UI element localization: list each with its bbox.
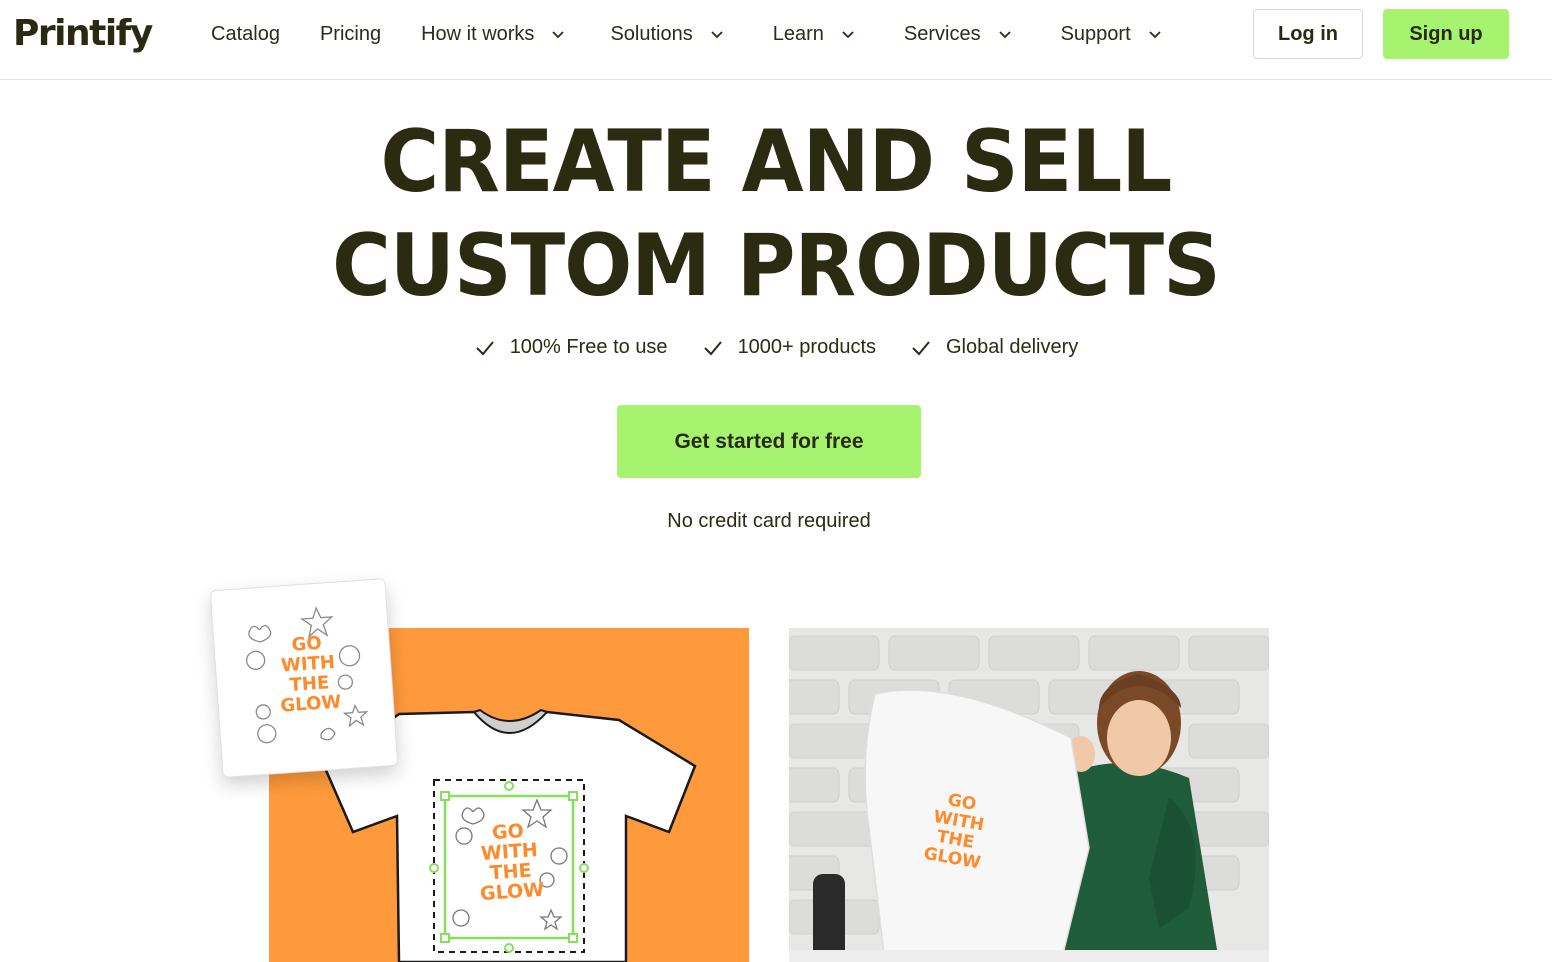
check-icon: [703, 340, 722, 355]
chevron-down-icon: [705, 22, 729, 46]
no-credit-card-note: No credit card required: [667, 510, 871, 532]
hero-title: CREATE AND SELL CUSTOM PRODUCTS: [54, 110, 1497, 318]
feature-item: Global delivery: [910, 336, 1078, 359]
nav-item-label: Solutions: [610, 22, 693, 45]
nav-item-learn[interactable]: Learn: [773, 19, 860, 49]
get-started-button[interactable]: Get started for free: [617, 405, 921, 478]
chevron-down-icon: [1143, 22, 1167, 46]
nav-item-label: How it works: [421, 22, 535, 45]
feature-item: 1000+ products: [702, 336, 876, 359]
nav-item-solutions[interactable]: Solutions: [610, 19, 728, 49]
hero-title-line-2: CUSTOM PRODUCTS: [332, 216, 1221, 316]
nav-item-label: Pricing: [319, 22, 382, 45]
feature-label: 100% Free to use: [509, 336, 668, 358]
main-nav: Catalog Pricing How it works Solutions L…: [211, 19, 1167, 49]
site-header: Printify Catalog Pricing How it works So…: [0, 0, 1552, 80]
login-button[interactable]: Log in: [1253, 9, 1363, 59]
nav-item-how-it-works[interactable]: How it works: [421, 19, 570, 49]
chevron-down-icon: [546, 22, 570, 46]
check-icon: [475, 340, 494, 355]
feature-label: Global delivery: [946, 336, 1079, 358]
chevron-down-icon: [836, 22, 860, 46]
glow-word: GLOW: [479, 878, 545, 906]
nav-item-catalog[interactable]: Catalog: [211, 19, 280, 49]
nav-item-pricing[interactable]: Pricing: [320, 19, 381, 49]
hero-title-line-1: CREATE AND SELL: [380, 112, 1173, 212]
printify-logo[interactable]: Printify: [13, 12, 153, 56]
card-print-text: GO WITH THE GLOW: [266, 632, 351, 717]
feature-label: 1000+ products: [737, 336, 876, 358]
shirt-print-text: GO WITH THE GLOW: [467, 819, 552, 906]
nav-item-label: Catalog: [211, 22, 280, 45]
feature-list: 100% Free to use 1000+ products Global d…: [0, 336, 1552, 359]
person-holding-shirt-photo: GO WITH THE GLOW: [789, 628, 1269, 962]
nav-item-label: Support: [1060, 22, 1131, 45]
design-preview-card: GO WITH THE GLOW: [209, 578, 399, 778]
nav-item-label: Services: [903, 22, 981, 45]
nav-item-label: Learn: [772, 22, 824, 45]
signup-button[interactable]: Sign up: [1383, 9, 1509, 59]
nav-item-services[interactable]: Services: [904, 19, 1017, 49]
photo-illustration: [789, 628, 1269, 962]
check-icon: [912, 340, 930, 355]
photo-shirt-print-text: GO WITH THE GLOW: [911, 787, 1003, 876]
feature-item: 100% Free to use: [474, 336, 668, 359]
chevron-down-icon: [993, 22, 1017, 46]
nav-item-support[interactable]: Support: [1061, 19, 1167, 49]
